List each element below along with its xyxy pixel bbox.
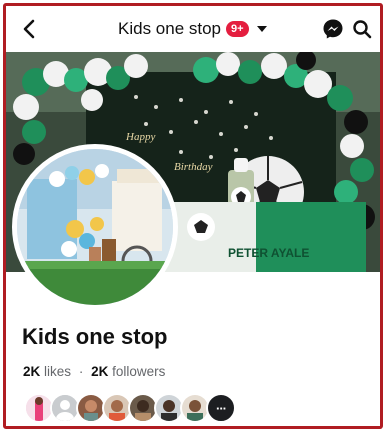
stats-separator: · (78, 364, 84, 379)
notification-badge: 9+ (226, 21, 249, 37)
page-stats: 2K likes · 2K followers (23, 364, 165, 379)
page-header: Kids one stop 9+ (6, 6, 380, 52)
back-arrow-icon[interactable] (20, 18, 40, 40)
cover-sign-text: PETER AYALE (228, 246, 309, 260)
banner-text-birthday: Birthday (174, 161, 213, 173)
page-title: Kids one stop (118, 19, 222, 38)
followers-count: 2K (91, 364, 109, 379)
more-icon: ··· (216, 400, 227, 416)
page-title-dropdown[interactable]: Kids one stop 9+ (118, 19, 267, 39)
app-frame: Kids one stop 9+ Happy Birthday PETER AY… (3, 3, 383, 429)
friend-avatars[interactable]: ··· (24, 393, 236, 423)
profile-avatar[interactable] (12, 144, 178, 310)
likes-count: 2K (23, 364, 41, 379)
likes-label[interactable]: likes (44, 364, 71, 379)
more-friends-button[interactable]: ··· (206, 393, 236, 423)
followers-label[interactable]: followers (112, 364, 165, 379)
dropdown-caret-icon (256, 26, 267, 32)
messenger-icon[interactable] (322, 18, 344, 40)
search-icon[interactable] (352, 19, 372, 39)
banner-text-happy: Happy (125, 131, 155, 143)
page-name: Kids one stop (22, 324, 168, 349)
